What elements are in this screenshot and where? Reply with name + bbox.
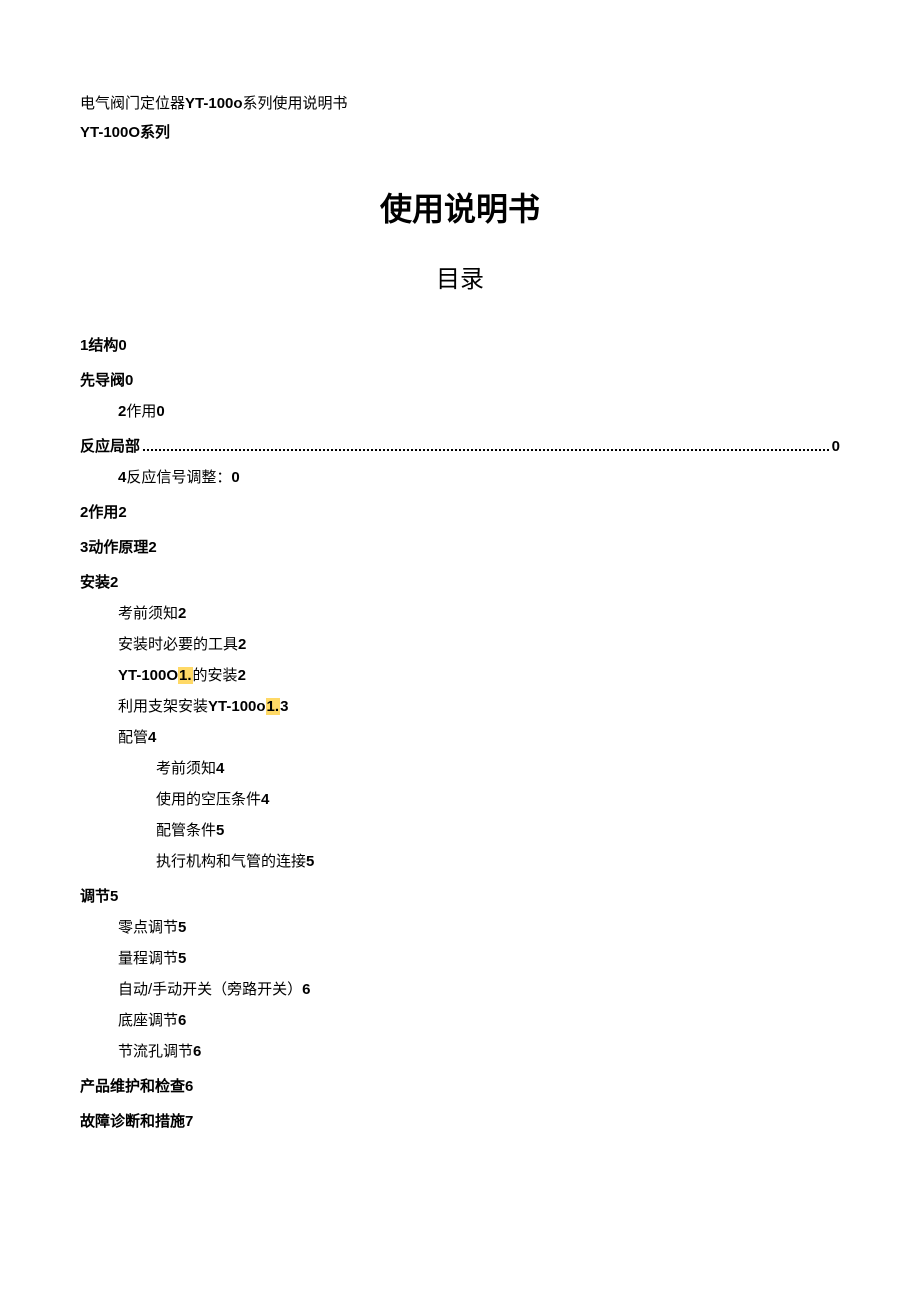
toc-actuator-connection: 执行机构和气管的连接5 xyxy=(156,848,840,875)
toc-precautions-1: 考前须知2 xyxy=(118,600,840,627)
toc-structure: 1结构0 xyxy=(80,332,840,359)
toc-troubleshooting: 故障诊断和措施7 xyxy=(80,1108,840,1135)
document-title: 使用说明书 xyxy=(80,181,840,239)
toc-principle: 3动作原理2 xyxy=(80,534,840,561)
toc-reaction-signal: 4反应信号调整：0 xyxy=(118,464,840,491)
toc-maintenance: 产品维护和检查6 xyxy=(80,1073,840,1100)
toc-yt100o-install: YT-100O1.的安装2 xyxy=(118,662,840,689)
toc-base-adjust: 底座调节6 xyxy=(118,1007,840,1034)
toc-action-0: 2作用0 xyxy=(118,398,840,425)
dotted-leader xyxy=(143,449,829,451)
toc-piping: 配管4 xyxy=(118,724,840,751)
toc-auto-manual-switch: 自动/手动开关（旁路开关）6 xyxy=(118,976,840,1003)
toc-piping-conditions: 配管条件5 xyxy=(156,817,840,844)
toc-adjust: 调节5 xyxy=(80,883,840,910)
toc-bracket-install: 利用支架安装YT-100o1.3 xyxy=(118,693,840,720)
toc-air-conditions: 使用的空压条件4 xyxy=(156,786,840,813)
header-model: YT-100o xyxy=(185,95,243,112)
toc-orifice-adjust: 节流孔调节6 xyxy=(118,1038,840,1065)
header-line-2: YT-100O系列 xyxy=(80,119,840,146)
toc-reaction-part: 反应局部 0 xyxy=(80,433,840,460)
toc-install: 安装2 xyxy=(80,569,840,596)
toc-action-2: 2作用2 xyxy=(80,499,840,526)
toc-span-adjust: 量程调节5 xyxy=(118,945,840,972)
document-subtitle: 目录 xyxy=(80,259,840,302)
header-line-1: 电气阀门定位器YT-100o系列使用说明书 xyxy=(80,90,840,117)
header-prefix: 电气阀门定位器 xyxy=(80,95,185,112)
toc-precautions-2: 考前须知4 xyxy=(156,755,840,782)
toc-tools: 安装时必要的工具2 xyxy=(118,631,840,658)
toc-zero-adjust: 零点调节5 xyxy=(118,914,840,941)
header-suffix: 系列使用说明书 xyxy=(243,95,348,112)
toc-pilot-valve: 先导阀0 xyxy=(80,367,840,394)
